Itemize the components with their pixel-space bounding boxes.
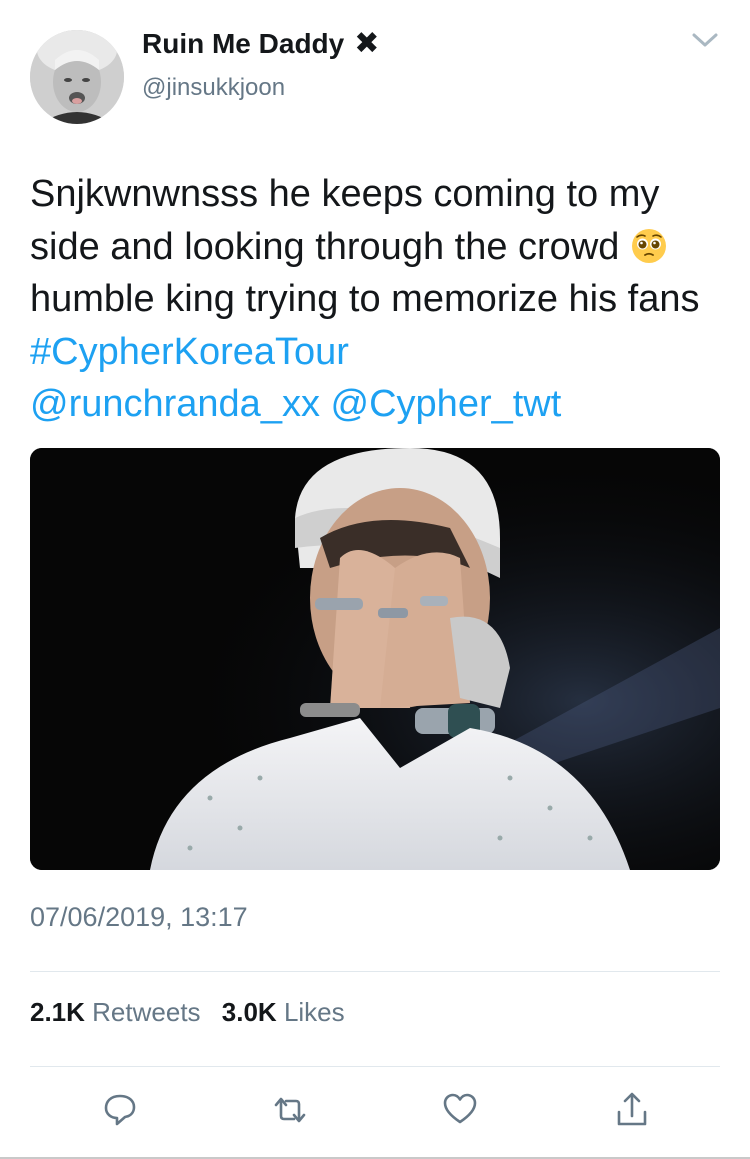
user-handle[interactable]: @jinsukkjoon — [142, 74, 285, 102]
display-name[interactable]: Ruin Me Daddy — [142, 28, 344, 60]
retweets-label: Retweets — [92, 997, 201, 1027]
tweet-text: Snjkwnwnsss he keeps coming to my side a… — [30, 168, 730, 431]
mention-link[interactable]: @Cypher_twt — [331, 383, 562, 425]
retweets-count: 2.1K — [30, 997, 85, 1027]
likes-label: Likes — [283, 997, 345, 1027]
tweet-text-part1: Snjkwnwnsss he keeps coming to my side a… — [30, 173, 660, 268]
tweet-actions — [30, 1088, 720, 1138]
x-badge-icon: ✖ — [354, 27, 380, 60]
heart-icon[interactable] — [440, 1088, 480, 1132]
chevron-down-icon[interactable] — [690, 28, 720, 52]
hashtag-link[interactable]: #CypherKoreaTour — [30, 331, 349, 373]
avatar[interactable] — [30, 30, 124, 124]
reply-icon[interactable] — [100, 1088, 140, 1132]
retweets-stat[interactable]: 2.1K Retweets — [30, 997, 201, 1027]
divider — [30, 971, 720, 972]
display-name-row[interactable]: Ruin Me Daddy ✖ — [142, 28, 379, 60]
divider — [30, 1066, 720, 1067]
tweet-photo[interactable] — [30, 448, 720, 870]
tweet-timestamp[interactable]: 07/06/2019, 13:17 — [30, 902, 248, 933]
pleading-face-icon — [631, 228, 666, 263]
tweet-text-part2: humble king trying to memorize his fans — [30, 278, 700, 320]
engagement-stats: 2.1K Retweets 3.0K Likes — [30, 997, 359, 1028]
retweet-icon[interactable] — [270, 1088, 310, 1132]
likes-count: 3.0K — [221, 997, 277, 1027]
share-icon[interactable] — [612, 1088, 652, 1132]
mention-link[interactable]: @runchranda_xx — [30, 383, 320, 425]
likes-stat[interactable]: 3.0K Likes — [222, 997, 345, 1027]
tweet-header: Ruin Me Daddy ✖ @jinsukkjoon — [30, 28, 720, 124]
